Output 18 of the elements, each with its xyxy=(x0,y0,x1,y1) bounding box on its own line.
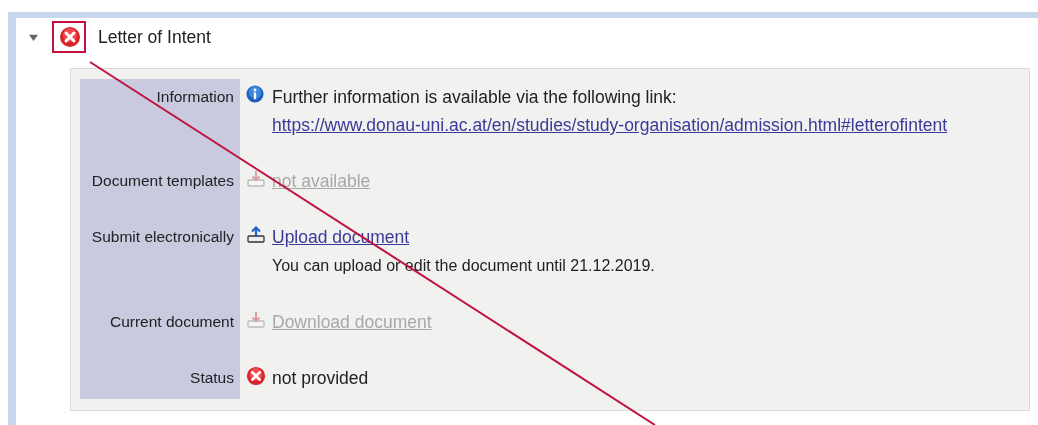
field-label: Submit electronically xyxy=(91,228,234,245)
highlight-box xyxy=(52,21,86,53)
download-icon xyxy=(246,310,266,330)
info-text: Further information is available via the following link: xyxy=(272,87,677,107)
upload-icon xyxy=(246,225,266,245)
field-label: Information xyxy=(156,88,234,105)
help-text: You can upload or edit the document until 21.12.2019. xyxy=(272,257,655,274)
error-icon xyxy=(246,366,266,386)
status-text: not provided xyxy=(272,368,369,388)
error-icon xyxy=(59,26,81,48)
link[interactable]: https://www.donau-uni.ac.at/en/studies/study-organisation/admission.html#letterofintent xyxy=(272,115,948,135)
field-label: Current document xyxy=(109,313,234,330)
field-label: Document templates xyxy=(91,172,234,189)
info-icon xyxy=(246,85,264,105)
download-icon xyxy=(246,169,266,189)
section-title[interactable]: Letter of Intent xyxy=(98,26,211,48)
collapse-arrow-icon[interactable] xyxy=(29,32,38,42)
field-label: Status xyxy=(190,369,234,386)
